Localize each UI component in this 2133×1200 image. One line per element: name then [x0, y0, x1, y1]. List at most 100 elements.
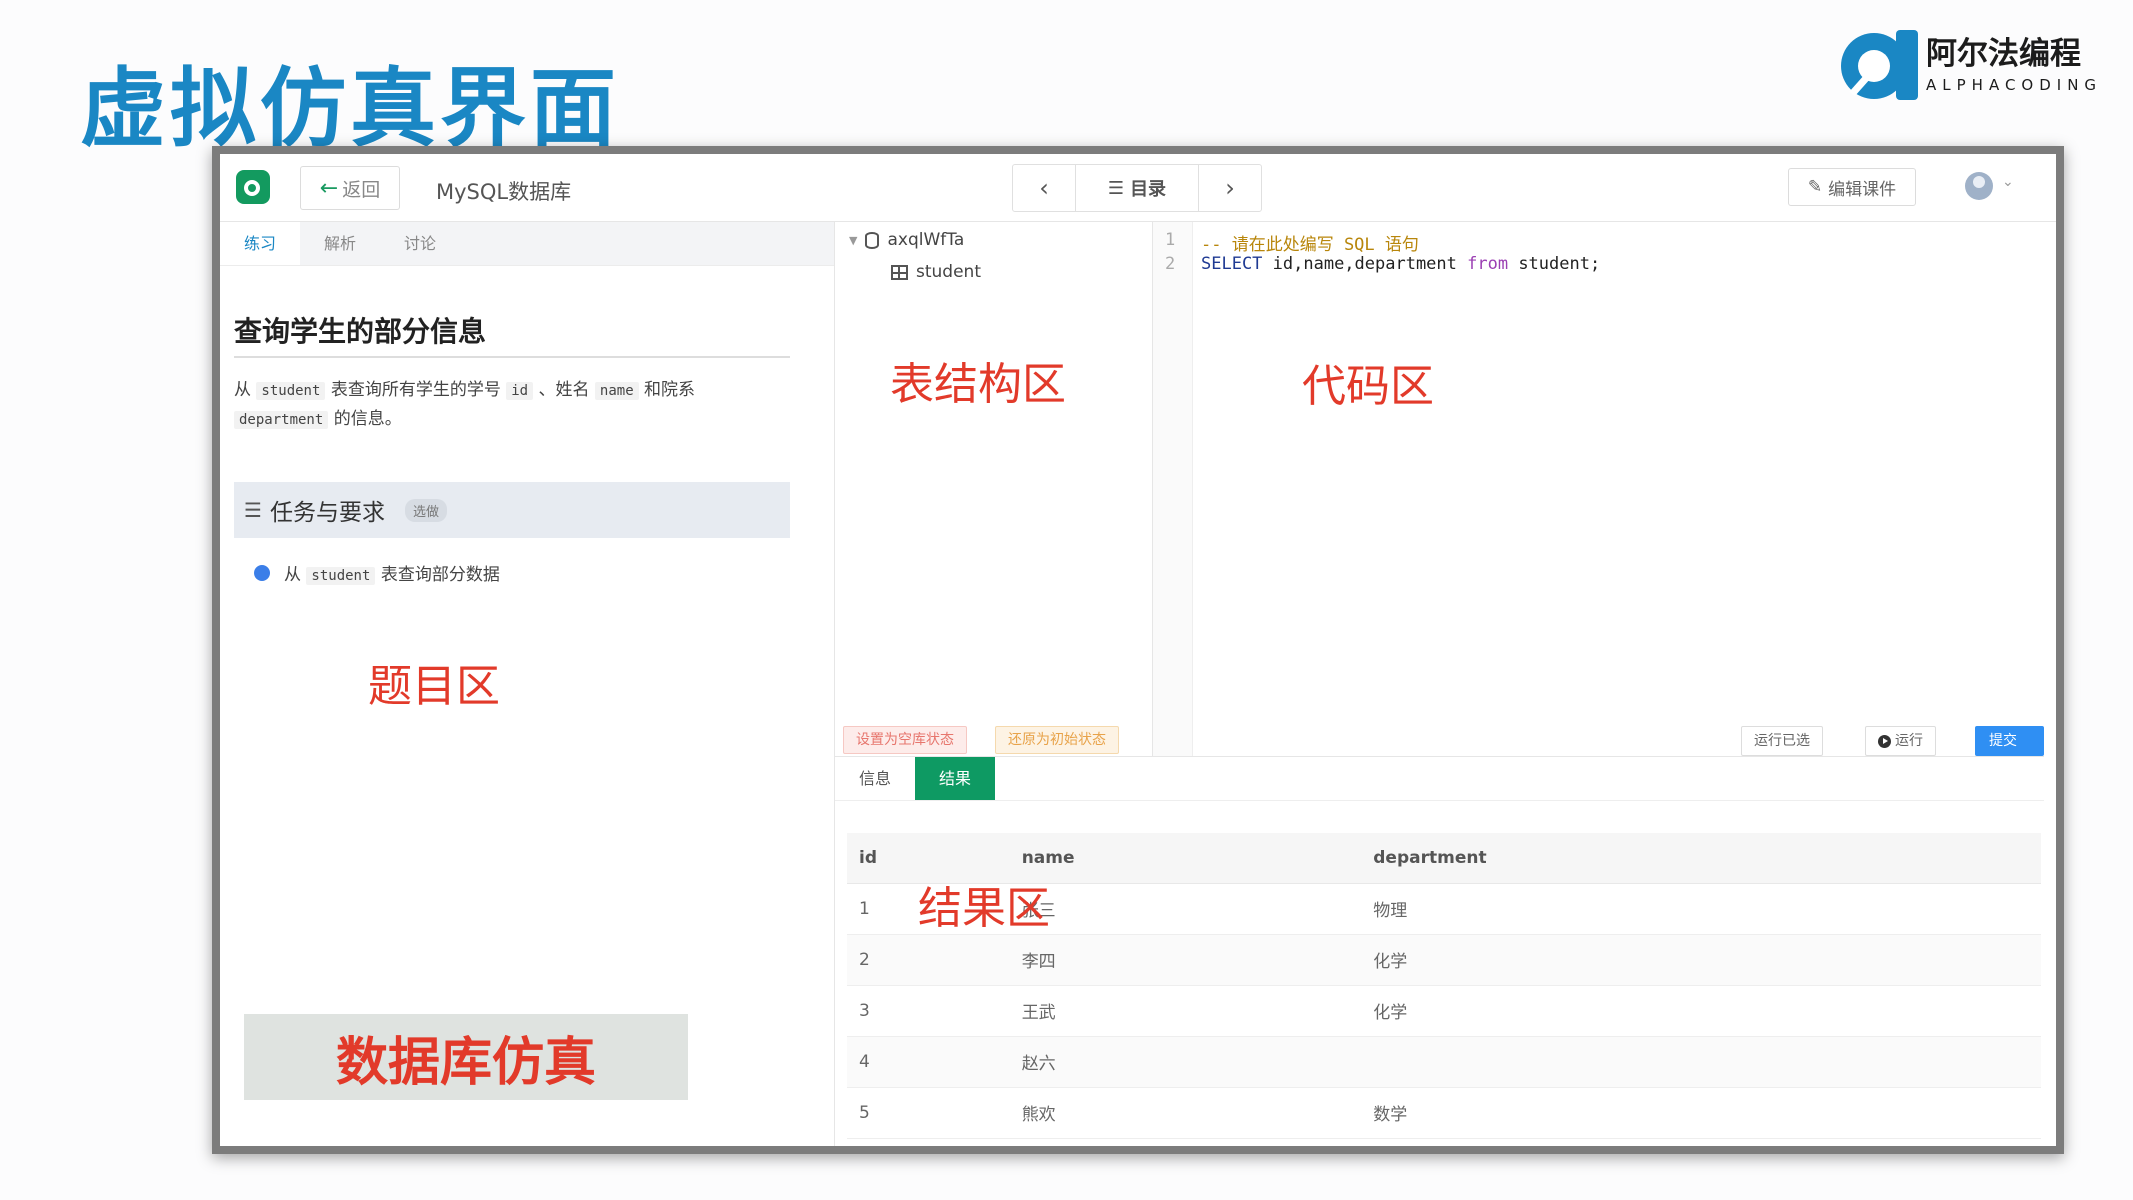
top-bar: ← 返回 MySQL数据库 ‹ ☰ 目录 › ✎ 编辑课件 ⌄ — [220, 154, 2056, 222]
alphacoding-logo-icon — [1841, 30, 1918, 100]
bullet-dot-icon — [254, 564, 270, 581]
tab-analysis[interactable]: 解析 — [300, 222, 380, 265]
set-empty-db-button[interactable]: 设置为空库状态 — [843, 726, 967, 754]
column-header: department — [1361, 833, 2041, 884]
lesson-navigation: ‹ ☰ 目录 › — [1012, 164, 1262, 212]
table-cell: 化学 — [1361, 985, 2041, 1037]
desc-code: id — [506, 382, 534, 400]
table-cell: 王武 — [1009, 985, 1362, 1037]
desc-text: 表查询所有学生的学号 — [330, 380, 501, 400]
reset-initial-button[interactable]: 还原为初始状态 — [995, 726, 1119, 754]
tab-practice[interactable]: 练习 — [220, 222, 300, 265]
table-row: 5 熊欢 数学 — [847, 1087, 2041, 1139]
submit-check-button[interactable]: 提交检查 — [1975, 726, 2044, 779]
catalog-label: 目录 — [1130, 179, 1167, 200]
edit-icon: ✎ — [1807, 177, 1823, 197]
annotation-schema-area: 表结构区 — [890, 359, 1066, 410]
annotation-result-area: 结果区 — [918, 883, 1050, 934]
play-icon — [1878, 734, 1891, 748]
database-name: axqlWfTa — [887, 230, 965, 250]
optional-badge: 选做 — [404, 498, 447, 522]
annotation-db-simulation: 数据库仿真 — [244, 1014, 688, 1100]
back-label: 返回 — [342, 178, 381, 201]
chevron-right-icon: › — [1225, 174, 1235, 202]
table-cell: 物理 — [1361, 883, 2041, 935]
column-header: name — [1009, 833, 1362, 884]
table-row: 2 李四 化学 — [847, 934, 2041, 986]
result-tabs: 信息 结果 — [835, 757, 2044, 801]
chevron-down-icon[interactable]: ⌄ — [2002, 174, 2014, 190]
sql-comment: -- 请在此处编写 SQL 语句 — [1201, 235, 1419, 255]
checklist-icon: ☰ — [244, 498, 262, 522]
desc-code: name — [594, 382, 639, 400]
desc-text: 、姓名 — [538, 380, 590, 400]
desc-text: 的信息。 — [333, 409, 402, 429]
tab-discussion[interactable]: 讨论 — [380, 222, 460, 265]
edit-courseware-button[interactable]: ✎ 编辑课件 — [1788, 168, 1916, 206]
back-button[interactable]: ← 返回 — [300, 166, 400, 210]
table-cell: 3 — [847, 985, 1010, 1037]
brand-name-cn: 阿尔法编程 — [1926, 36, 2081, 72]
user-avatar[interactable] — [1965, 172, 1993, 200]
sql-keyword: SELECT — [1201, 254, 1263, 274]
desc-code: department — [234, 411, 329, 429]
tab-result[interactable]: 结果 — [915, 757, 995, 800]
table-cell: 数学 — [1361, 1087, 2041, 1139]
tree-database-node[interactable]: ▼ axqlWfTa — [849, 230, 964, 250]
sql-keyword: from — [1467, 254, 1509, 274]
run-button[interactable]: 运行 — [1865, 726, 1936, 756]
code-line-1[interactable]: -- 请在此处编写 SQL 语句 — [1201, 230, 1419, 255]
table-cell: 张三 — [1009, 883, 1362, 935]
sql-table: student; — [1508, 254, 1601, 274]
table-cell: 4 — [847, 1036, 1010, 1088]
desc-text: 从 — [234, 380, 251, 400]
chevron-left-icon: ‹ — [1039, 174, 1049, 202]
code-editor[interactable]: 1 2 -- 请在此处编写 SQL 语句 SELECT id,name,depa… — [1153, 222, 2044, 779]
code-line-2[interactable]: SELECT id,name,department from student; — [1201, 254, 1600, 274]
app-logo-icon[interactable] — [236, 170, 270, 204]
schema-pane: ▼ axqlWfTa student 设置为空库状态 还原为初始状态 — [835, 222, 1153, 756]
brand-name-en: ALPHACODING — [1926, 76, 2103, 94]
slide-title: 虚拟仿真界面 — [80, 59, 620, 159]
table-row: 4 赵六 — [847, 1036, 2041, 1088]
course-title: MySQL数据库 — [436, 180, 572, 204]
line-number: 2 — [1165, 254, 1176, 274]
edit-label: 编辑课件 — [1828, 179, 1897, 200]
task-title: 任务与要求 — [269, 500, 385, 526]
task-code: student — [306, 567, 376, 585]
task-text: 从 — [284, 565, 301, 585]
result-pane: 信息 结果 id name department 1 张三 物理 2 李四 化学… — [835, 756, 2044, 1146]
menu-icon: ☰ — [1107, 177, 1125, 199]
table-cell: 熊欢 — [1009, 1087, 1362, 1139]
catalog-button[interactable]: ☰ 目录 — [1075, 165, 1199, 211]
table-row: 3 王武 化学 — [847, 985, 2041, 1037]
desc-text: 和院系 — [644, 380, 696, 400]
line-number: 1 — [1165, 230, 1176, 250]
desc-code: student — [256, 382, 326, 400]
table-cell: 赵六 — [1009, 1036, 1362, 1088]
table-cell: 2 — [847, 934, 1010, 986]
annotation-code-area: 代码区 — [1302, 361, 1434, 412]
arrow-left-icon: ← — [319, 175, 339, 201]
task-requirements-header[interactable]: ☰ 任务与要求 选做 — [234, 482, 790, 538]
question-description: 从 student 表查询所有学生的学号 id 、姓名 name 和院系 dep… — [234, 376, 794, 434]
line-gutter: 1 2 — [1153, 222, 1193, 756]
question-pane: 练习 解析 讨论 查询学生的部分信息 从 student 表查询所有学生的学号 … — [220, 222, 835, 1146]
run-selected-button[interactable]: 运行已选 — [1741, 726, 1823, 756]
table-cell: 5 — [847, 1087, 1010, 1139]
next-lesson-button[interactable]: › — [1199, 165, 1261, 211]
run-label: 运行 — [1895, 733, 1923, 749]
task-text: 表查询部分数据 — [380, 565, 500, 585]
db-simulation-label: 数据库仿真 — [335, 1031, 596, 1093]
caret-down-icon[interactable]: ▼ — [849, 234, 857, 247]
database-icon — [865, 231, 880, 249]
sql-columns: id,name,department — [1262, 254, 1468, 274]
prev-lesson-button[interactable]: ‹ — [1013, 165, 1075, 211]
annotation-question-area: 题目区 — [368, 661, 500, 712]
table-icon — [891, 264, 908, 280]
table-cell: 李四 — [1009, 934, 1362, 986]
tab-info[interactable]: 信息 — [835, 757, 915, 800]
table-name: student — [916, 262, 981, 282]
tree-table-node[interactable]: student — [891, 262, 981, 282]
table-cell: 化学 — [1361, 934, 2041, 986]
